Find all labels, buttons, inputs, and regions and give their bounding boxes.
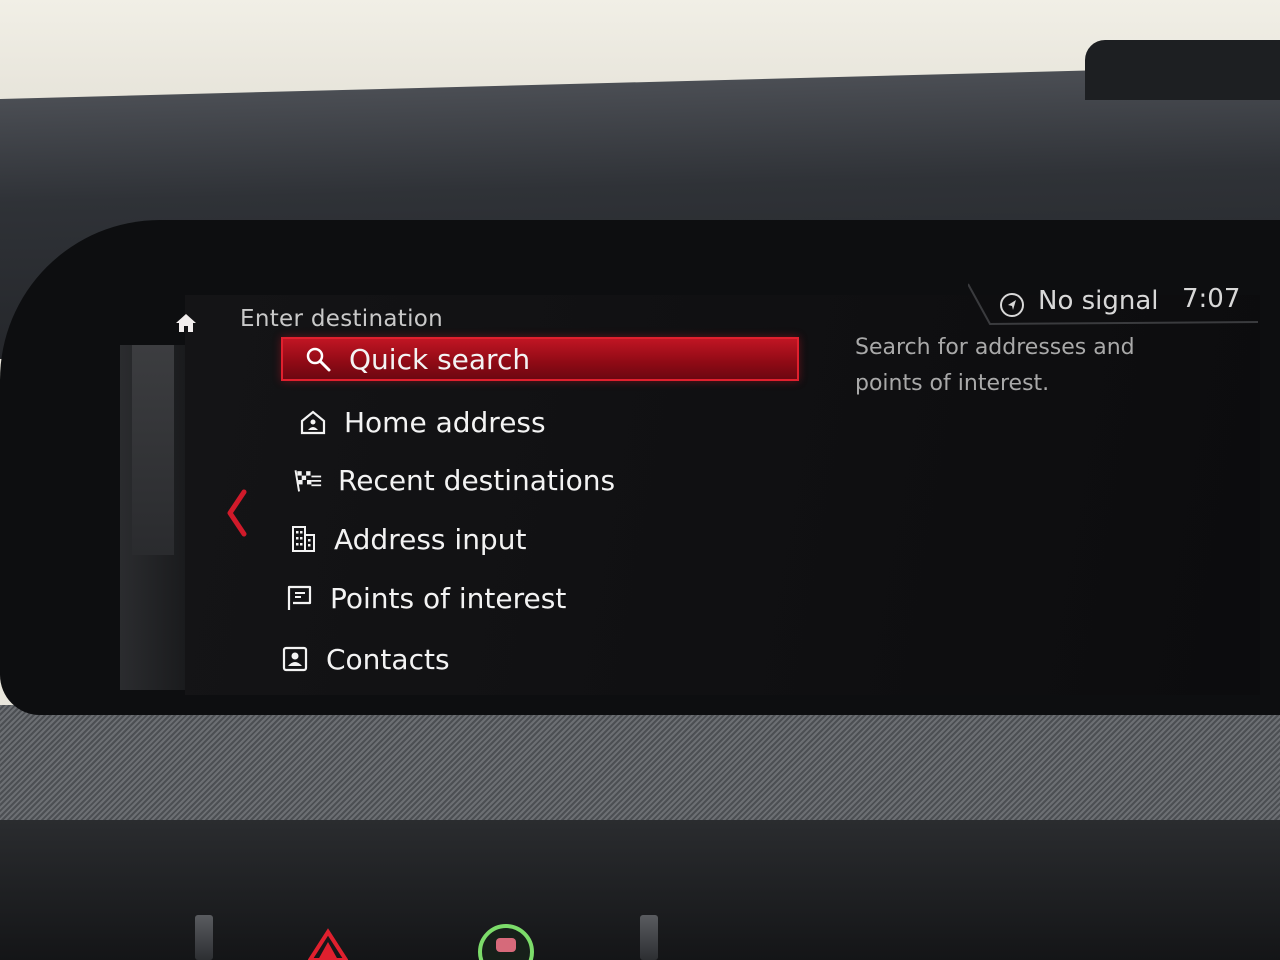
menu-item-label: Quick search	[349, 342, 531, 376]
dashboard-switch[interactable]	[640, 915, 658, 960]
menu-item-label: Contacts	[326, 642, 450, 676]
menu-item-label: Home address	[344, 405, 546, 439]
menu-item-quick-search[interactable]: Quick search	[281, 337, 799, 381]
photo-scene: Enter destination Quick search Home addr…	[0, 0, 1280, 960]
page-title: Enter destination	[240, 306, 444, 332]
contact-card-icon	[282, 646, 308, 672]
poi-flag-icon	[287, 585, 312, 610]
menu-item-label: Address input	[334, 522, 527, 556]
home-address-icon	[300, 410, 326, 435]
back-chevron-icon[interactable]	[222, 488, 252, 538]
dashboard-switch[interactable]	[195, 915, 213, 960]
dashboard-edge	[1085, 40, 1280, 100]
side-strip-highlight	[132, 345, 174, 555]
signal-status: No signal	[1038, 286, 1159, 316]
home-icon[interactable]	[174, 311, 198, 335]
building-icon	[292, 526, 315, 552]
help-description: Search for addresses and points of inter…	[855, 335, 1135, 396]
menu-item-label: Points of interest	[330, 581, 567, 615]
hazard-warning-icon[interactable]	[308, 928, 348, 960]
menu-item-label: Recent destinations	[338, 463, 616, 497]
menu-item-contacts[interactable]: Contacts	[280, 637, 450, 681]
menu-item-home-address[interactable]: Home address	[298, 400, 546, 444]
driving-assist-icon[interactable]	[476, 922, 536, 960]
menu-item-address-input[interactable]: Address input	[288, 517, 526, 561]
menu-item-points-of-interest[interactable]: Points of interest	[284, 576, 566, 620]
menu-item-recent-destinations[interactable]: Recent destinations	[292, 458, 615, 502]
navigation-signal-icon	[1000, 293, 1024, 317]
checkered-flag-icon	[294, 470, 322, 492]
search-icon	[306, 347, 331, 372]
clock: 7:07	[1182, 284, 1241, 314]
